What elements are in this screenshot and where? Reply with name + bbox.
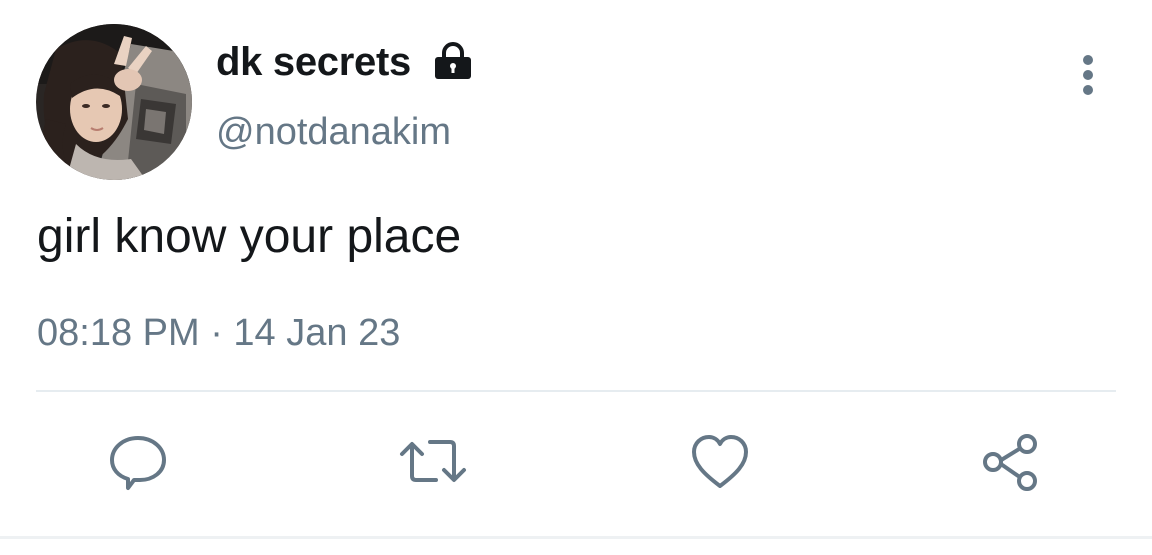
share-icon: [983, 434, 1037, 491]
like-button[interactable]: [690, 432, 750, 492]
reply-icon: [110, 436, 166, 490]
timestamp: 08:18 PM · 14 Jan 23: [37, 312, 401, 354]
share-button[interactable]: [981, 432, 1041, 492]
more-options-button[interactable]: [1070, 52, 1106, 100]
avatar[interactable]: [36, 24, 192, 180]
tweet-text: girl know your place: [37, 210, 462, 263]
bottom-divider: [0, 536, 1152, 539]
heart-icon: [692, 435, 748, 488]
lock-icon: [432, 40, 474, 82]
avatar-image: [36, 24, 192, 180]
retweet-icon: [400, 440, 466, 482]
retweet-button[interactable]: [398, 432, 466, 492]
divider: [36, 390, 1116, 392]
more-vertical-icon: [1083, 55, 1093, 95]
handle[interactable]: @notdanakim: [216, 113, 451, 151]
display-name[interactable]: dk secrets: [216, 42, 411, 82]
reply-button[interactable]: [108, 432, 168, 492]
